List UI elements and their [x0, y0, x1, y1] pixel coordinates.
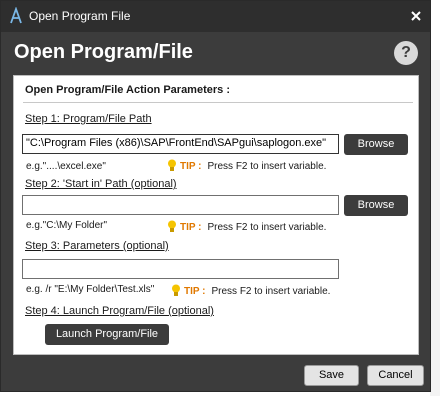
- panel-heading: Open Program/File Action Parameters :: [25, 84, 230, 96]
- parameters-panel: Open Program/File Action Parameters : St…: [13, 75, 419, 355]
- tip-text: Press F2 to insert variable.: [207, 161, 327, 172]
- step3-tip: TIP : Press F2 to insert variable.: [171, 284, 330, 297]
- step1-label: Step 1: Program/File Path: [25, 113, 152, 125]
- step2-label: Step 2: 'Start in' Path (optional): [25, 178, 177, 190]
- step3-example: e.g. /r "E:\My Folder\Test.xls": [26, 284, 155, 295]
- help-icon[interactable]: ?: [394, 41, 418, 65]
- cancel-button[interactable]: Cancel: [367, 365, 424, 386]
- background-app-strip: [430, 60, 440, 396]
- step3-label: Step 3: Parameters (optional): [25, 240, 169, 252]
- browse-program-button[interactable]: Browse: [344, 134, 408, 155]
- app-logo-icon: [10, 7, 22, 24]
- program-path-input[interactable]: "C:\Program Files (x86)\SAP\FrontEnd\SAP…: [22, 134, 339, 154]
- parameters-input[interactable]: [22, 259, 339, 279]
- lightbulb-icon: [168, 220, 176, 232]
- open-program-file-dialog: Open Program File Open Program/File ? Op…: [0, 0, 431, 392]
- step1-tip: TIP : Press F2 to insert variable.: [167, 159, 326, 172]
- tip-label: TIP :: [180, 222, 202, 233]
- dialog-header-title: Open Program/File: [14, 41, 193, 63]
- panel-divider: [23, 102, 413, 103]
- step4-label: Step 4: Launch Program/File (optional): [25, 305, 214, 317]
- start-in-path-input[interactable]: [22, 195, 339, 215]
- browse-start-in-button[interactable]: Browse: [344, 195, 408, 216]
- close-icon[interactable]: [406, 6, 426, 26]
- step2-example: e.g."C:\My Folder": [26, 220, 108, 231]
- step1-example: e.g."....\excel.exe": [26, 161, 106, 172]
- lightbulb-icon: [168, 159, 176, 171]
- step2-tip: TIP : Press F2 to insert variable.: [167, 220, 326, 233]
- tip-text: Press F2 to insert variable.: [207, 222, 327, 233]
- title-bar[interactable]: Open Program File: [1, 1, 430, 32]
- save-button[interactable]: Save: [304, 365, 359, 386]
- tip-label: TIP :: [180, 161, 202, 172]
- lightbulb-icon: [172, 284, 180, 296]
- launch-program-button[interactable]: Launch Program/File: [45, 324, 169, 345]
- window-title: Open Program File: [29, 9, 131, 23]
- tip-label: TIP :: [184, 286, 206, 297]
- tip-text: Press F2 to insert variable.: [211, 286, 331, 297]
